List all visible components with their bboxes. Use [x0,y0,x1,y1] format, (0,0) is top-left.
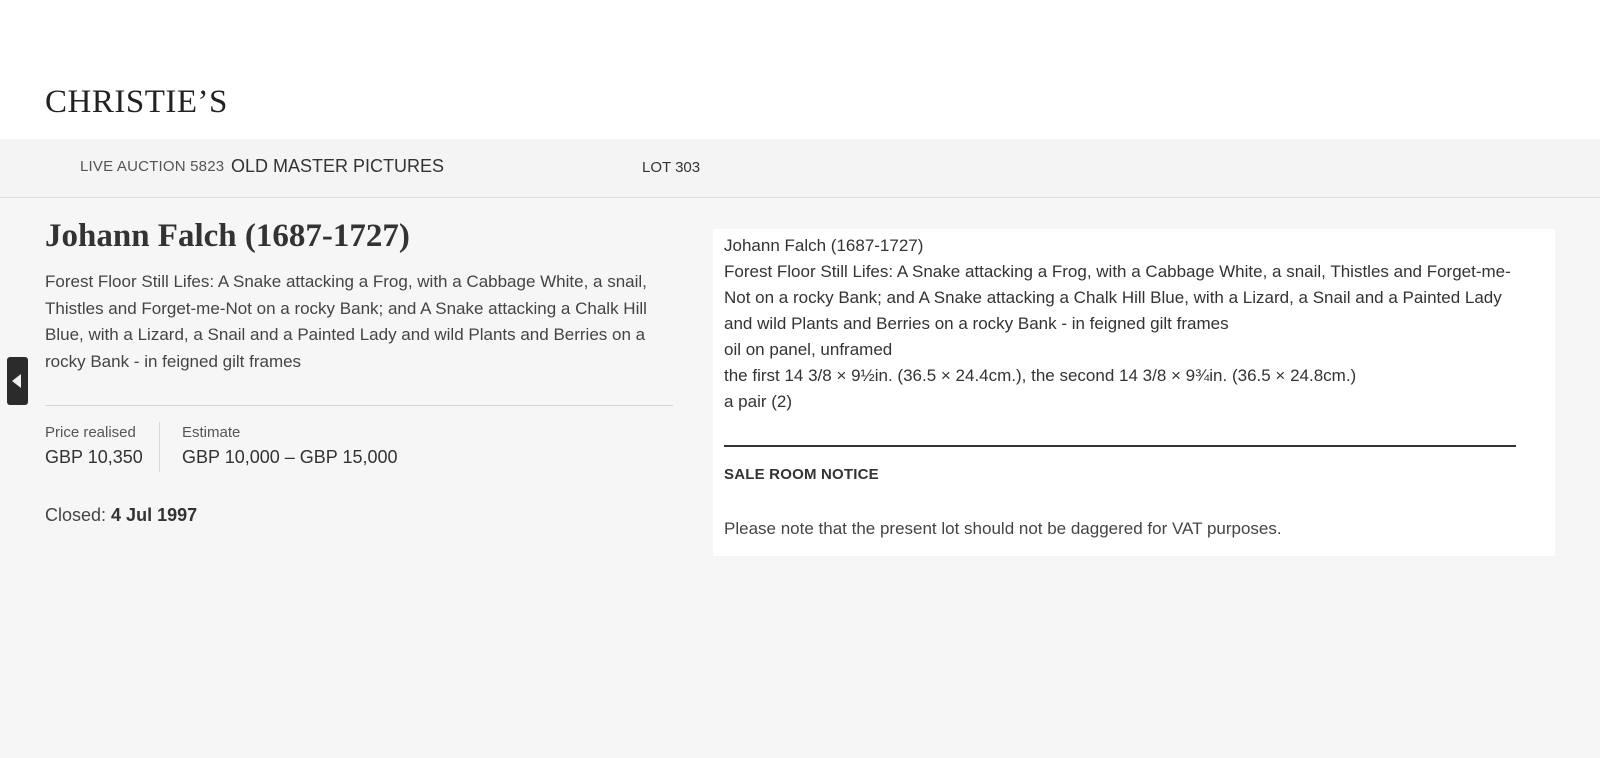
price-realised-value: GBP 10,350 [45,447,143,467]
auction-number: LIVE AUCTION 5823 [80,158,225,175]
closed-date: Closed: 4 Jul 1997 [45,505,197,526]
details-artist: Johann Falch (1687-1727) [724,236,924,255]
closed-date-value: 4 Jul 1997 [111,505,198,525]
details-dimensions: the first 14 3/8 × 9½in. (36.5 × 24.4cm.… [724,366,1357,385]
details-title: Forest Floor Still Lifes: A Snake attack… [724,262,1511,333]
price-realised: Price realised GBP 10,350 [45,424,185,468]
details-quantity: a pair (2) [724,392,793,411]
lot-summary: Johann Falch (1687-1727) Forest Floor St… [45,218,675,375]
price-divider [159,422,160,472]
lot-number: LOT 303 [642,159,701,176]
artist-heading: Johann Falch (1687-1727) [45,218,410,254]
sidebar-toggle-button[interactable] [7,357,28,405]
estimate-value: GBP 10,000 – GBP 15,000 [182,447,398,467]
lot-details-panel: Johann Falch (1687-1727) Forest Floor St… [713,229,1555,556]
lot-title: Forest Floor Still Lifes: A Snake attack… [45,272,647,371]
price-realised-label: Price realised [45,424,136,441]
site-header: CHRISTIE’S [0,0,1600,139]
auction-subnav: LIVE AUCTION 5823 OLD MASTER PICTURES LO… [0,139,1600,198]
closed-label: Closed: [45,505,107,525]
sale-room-notice-heading: SALE ROOM NOTICE [724,466,879,483]
summary-divider [45,405,673,406]
caret-left-icon [12,374,21,388]
sale-room-notice-text: Please note that the present lot should … [724,519,1282,538]
details-medium: oil on panel, unframed [724,340,893,359]
auction-title-link[interactable]: OLD MASTER PICTURES [231,156,444,177]
estimate: Estimate GBP 10,000 – GBP 15,000 [182,424,462,468]
estimate-label: Estimate [182,424,241,441]
christies-logo[interactable]: CHRISTIE’S [45,84,228,121]
details-divider [724,445,1516,447]
lot-details: Johann Falch (1687-1727) Forest Floor St… [724,233,1514,415]
